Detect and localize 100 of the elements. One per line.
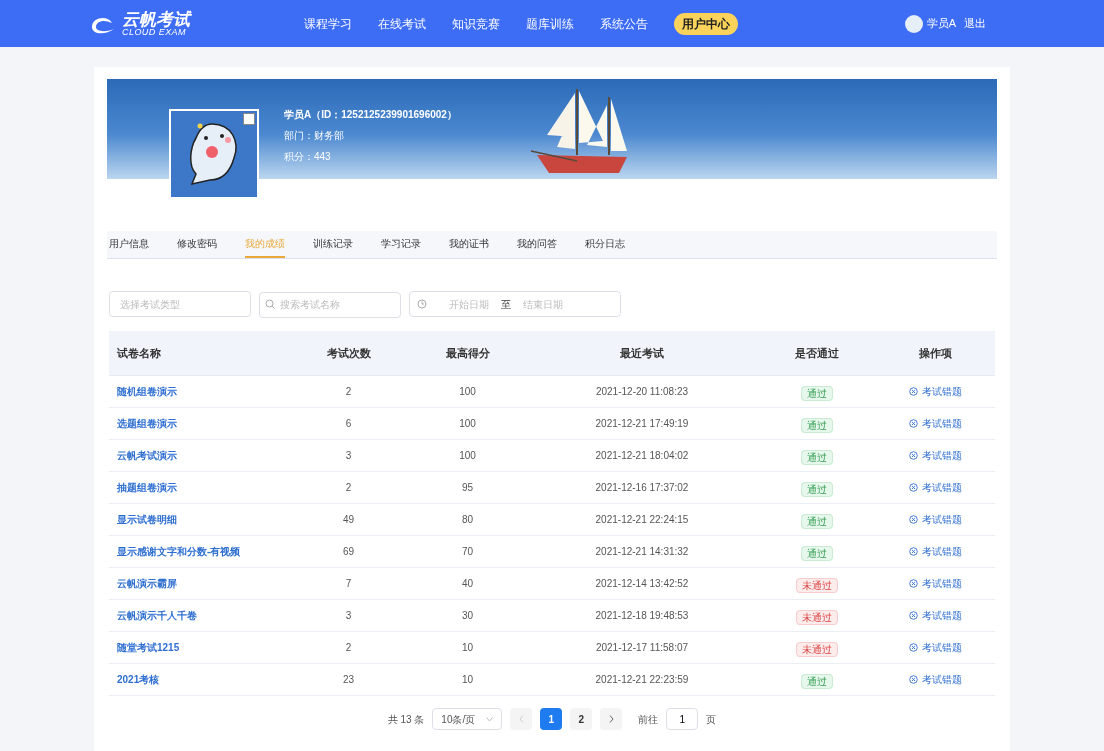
attempt-count: 69 [341,545,356,559]
circle-x-icon [909,611,918,620]
column-header: 最近考试 [619,345,665,361]
goto-label: 前往 [638,712,659,727]
best-score: 80 [460,513,475,527]
wrong-questions-link[interactable]: 考试错题 [909,480,962,495]
nav-link[interactable]: 在线考试 [378,14,426,33]
circle-x-icon [909,515,918,524]
range-separator: 至 [501,297,511,312]
page-number-button[interactable]: 2 [570,708,593,730]
exam-name-link[interactable]: 随堂考试1215 [109,640,289,655]
last-exam-time: 2021-12-14 13:42:52 [594,577,690,591]
user-name: 学员A [926,16,956,32]
last-exam-time: 2021-12-21 18:04:02 [594,449,690,463]
attempt-count: 23 [341,673,356,687]
exam-name-link[interactable]: 显示感谢文字和分数-有视频 [109,544,289,559]
column-header: 操作项 [918,345,953,361]
attempt-count: 7 [344,577,353,591]
last-exam-time: 2021-12-16 17:37:02 [594,481,690,495]
last-exam-time: 2021-12-21 22:23:59 [594,673,690,687]
last-exam-time: 2021-12-21 22:24:15 [594,513,690,527]
chevron-left-icon [518,715,524,723]
status-tag: 通过 [800,545,833,561]
wrong-questions-link[interactable]: 考试错题 [909,416,962,431]
nav-link[interactable]: 题库训练 [526,14,574,33]
best-score: 100 [458,385,477,399]
column-header: 最高得分 [444,345,491,361]
last-exam-time: 2021-12-21 14:31:32 [594,545,690,559]
wrong-questions-link[interactable]: 考试错题 [909,640,962,655]
circle-x-icon [909,643,918,652]
status-tag: 通过 [800,481,833,497]
exam-name-link[interactable]: 云帆考试演示 [109,448,289,463]
exam-name-link[interactable]: 云帆演示千人千卷 [109,608,289,623]
profile-tab[interactable]: 学习记录 [381,231,421,258]
status-tag: 通过 [800,449,833,465]
wrong-questions-link[interactable]: 考试错题 [909,576,962,591]
status-tag: 通过 [800,417,833,433]
nav-link[interactable]: 课程学习 [304,14,352,33]
status-tag: 通过 [800,673,833,689]
exam-name-link[interactable]: 云帆演示霸屏 [109,576,289,591]
page-number-button[interactable]: 1 [540,708,563,730]
user-id-text: 学员A（ID：1252125239901696002） [284,108,457,122]
last-exam-time: 2021-12-18 19:48:53 [594,609,690,623]
total-count: 共 13 条 [387,712,425,727]
points-text: 积分：443 [284,150,332,164]
goto-page-input[interactable]: 1 [666,708,699,730]
exam-name-link[interactable]: 抽题组卷演示 [109,480,289,495]
profile-tab[interactable]: 用户信息 [109,231,149,258]
best-score: 10 [460,673,475,687]
wrong-questions-link[interactable]: 考试错题 [909,672,962,687]
best-score: 40 [460,577,475,591]
attempt-count: 2 [344,641,353,655]
last-exam-time: 2021-12-21 17:49:19 [594,417,690,431]
page-size-select[interactable]: 10条/页 [432,708,503,730]
nav-link[interactable]: 系统公告 [600,14,648,33]
column-header: 试卷名称 [116,345,162,361]
attempt-count: 3 [344,449,353,463]
wrong-questions-link[interactable]: 考试错题 [909,544,962,559]
attempt-count: 6 [344,417,353,431]
logo-subtitle: CLOUD EXAM [122,27,186,37]
profile-tab[interactable]: 积分日志 [585,231,625,258]
exam-name-link[interactable]: 随机组卷演示 [109,384,289,399]
logo-title: 云帆考试 [122,10,190,28]
best-score: 70 [460,545,475,559]
wrong-questions-link[interactable]: 考试错题 [909,608,962,623]
search-icon [265,299,275,309]
wrong-questions-link[interactable]: 考试错题 [909,512,962,527]
profile-tab[interactable]: 我的证书 [449,231,489,258]
nav-link[interactable]: 知识竞赛 [452,14,500,33]
next-page-button[interactable] [600,708,623,730]
wrong-questions-link[interactable]: 考试错题 [909,384,962,399]
chevron-right-icon [608,715,614,723]
nav-link[interactable]: 用户中心 [674,12,738,35]
chevron-down-icon [486,716,494,722]
previous-page-button[interactable] [510,708,533,730]
profile-tab[interactable]: 修改密码 [177,231,217,258]
status-tag: 未通过 [795,609,838,625]
best-score: 100 [458,417,477,431]
attempt-count: 49 [341,513,356,527]
attempt-count: 2 [344,385,353,399]
exam-name-link[interactable]: 选题组卷演示 [109,416,289,431]
status-tag: 通过 [800,513,833,529]
circle-x-icon [909,451,918,460]
profile-tab[interactable]: 我的问答 [517,231,557,258]
last-exam-time: 2021-12-17 11:58:07 [594,641,690,655]
last-exam-time: 2021-12-20 11:08:23 [594,385,690,399]
logout-link[interactable]: 退出 [964,15,986,32]
page-unit: 页 [706,712,717,727]
attempt-count: 3 [344,609,353,623]
circle-x-icon [909,483,918,492]
search-field[interactable]: 搜索考试名称 [259,291,401,318]
exam-name-link[interactable]: 显示试卷明细 [109,512,289,527]
circle-x-icon [909,387,918,396]
profile-tab[interactable]: 训练记录 [313,231,353,258]
exam-name-link[interactable]: 2021考核 [109,672,289,687]
attempt-count: 2 [344,481,353,495]
wrong-questions-link[interactable]: 考试错题 [909,448,962,463]
best-score: 10 [460,641,475,655]
best-score: 100 [458,449,477,463]
circle-x-icon [909,579,918,588]
